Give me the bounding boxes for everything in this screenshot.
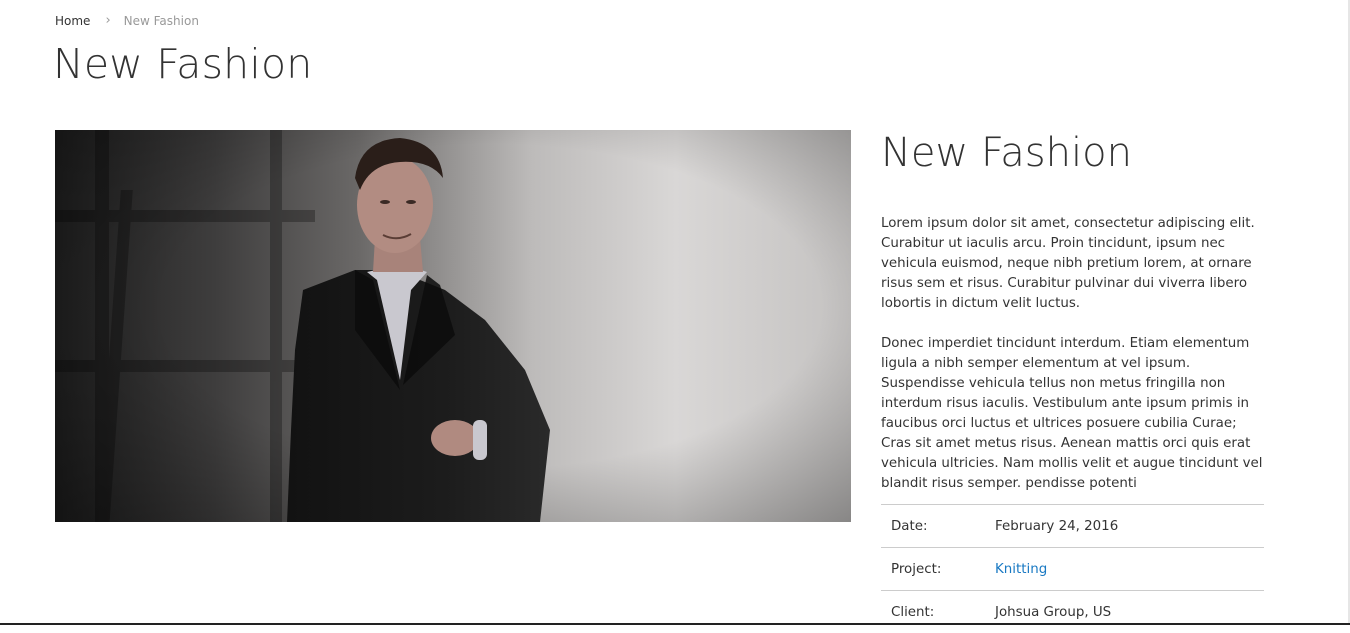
- meta-row-date: Date: February 24, 2016: [881, 505, 1264, 548]
- meta-project-cell: Knitting: [995, 548, 1264, 591]
- meta-row-client: Client: Johsua Group, US: [881, 591, 1264, 633]
- page-title: New Fashion: [53, 40, 312, 88]
- meta-project-label: Project:: [881, 548, 995, 591]
- meta-date-label: Date:: [881, 505, 995, 548]
- breadcrumb-home-link[interactable]: Home: [55, 14, 90, 28]
- project-meta-table: Date: February 24, 2016 Project: Knittin…: [881, 504, 1264, 633]
- chevron-right-icon: ›: [105, 13, 110, 28]
- fashion-photo-illustration: [55, 130, 851, 522]
- detail-paragraph-1: Lorem ipsum dolor sit amet, consectetur …: [881, 214, 1265, 314]
- portfolio-detail: New Fashion Lorem ipsum dolor sit amet, …: [881, 130, 1265, 176]
- meta-row-project: Project: Knitting: [881, 548, 1264, 591]
- meta-client-value: Johsua Group, US: [995, 591, 1264, 633]
- detail-title: New Fashion: [881, 130, 1265, 176]
- breadcrumb-current: New Fashion: [124, 14, 199, 28]
- breadcrumb: Home › New Fashion: [55, 13, 199, 28]
- project-link[interactable]: Knitting: [995, 562, 1047, 577]
- detail-paragraph-2: Donec imperdiet tincidunt interdum. Etia…: [881, 334, 1265, 494]
- portfolio-image: [55, 130, 851, 522]
- meta-client-label: Client:: [881, 591, 995, 633]
- meta-date-value: February 24, 2016: [995, 505, 1264, 548]
